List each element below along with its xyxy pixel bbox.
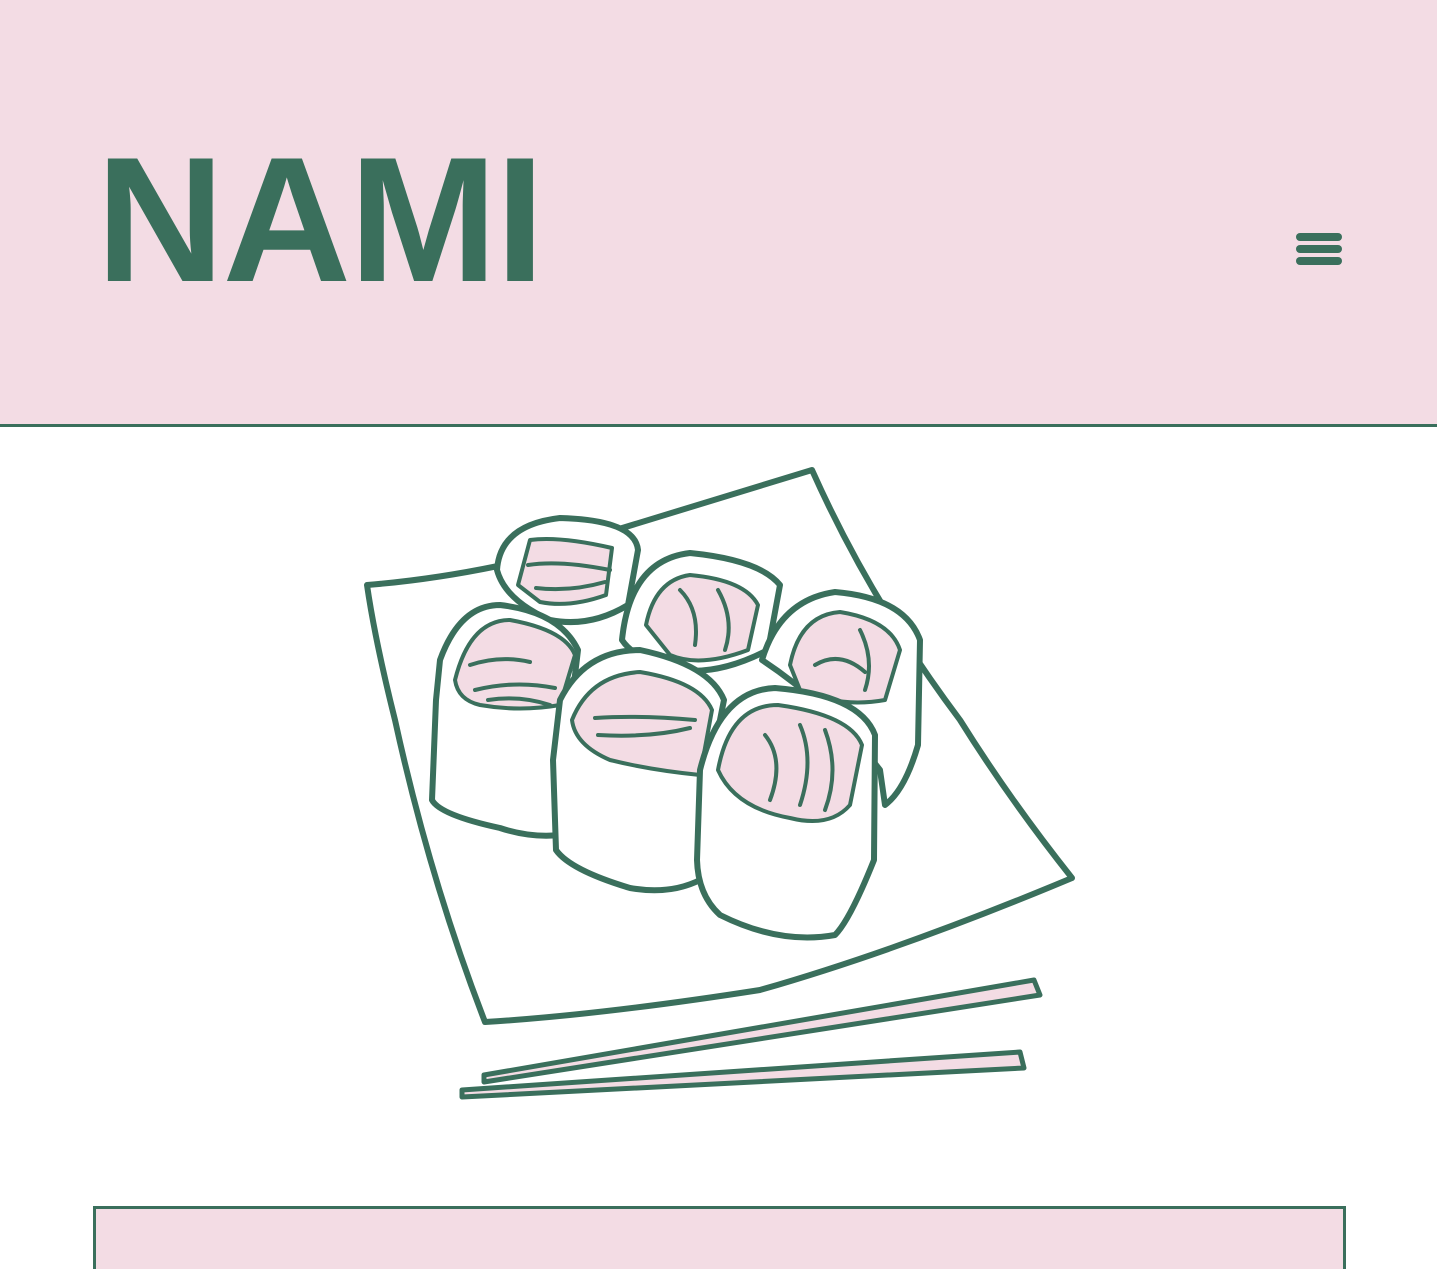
hamburger-menu-icon[interactable]: [1296, 230, 1344, 270]
bottom-panel: [93, 1206, 1346, 1269]
menu-bar-middle: [1296, 245, 1342, 253]
site-logo[interactable]: NAMI: [96, 131, 545, 309]
sushi-roll-6: [694, 685, 878, 941]
hero-section: [0, 427, 1437, 1187]
sushi-illustration: [364, 467, 1075, 1100]
menu-bar-bottom: [1296, 257, 1342, 265]
menu-bar-top: [1296, 233, 1342, 241]
site-header: NAMI: [0, 0, 1437, 427]
